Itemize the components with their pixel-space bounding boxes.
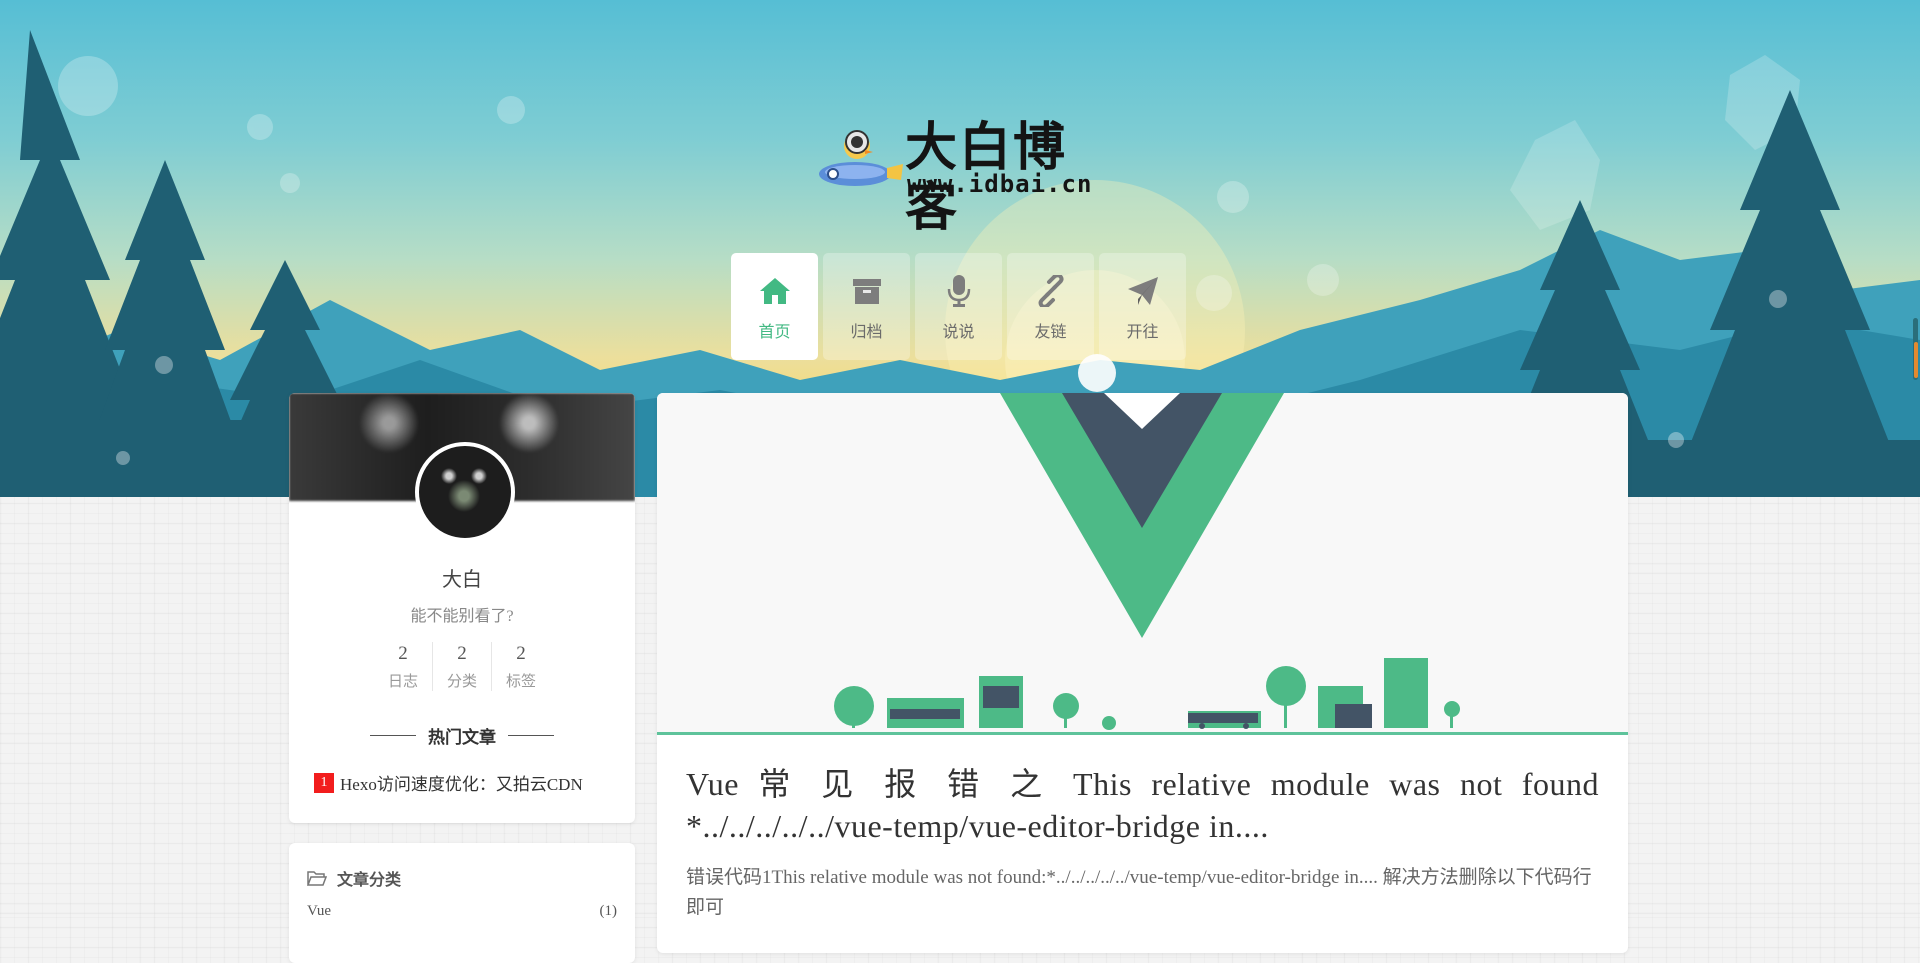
avatar[interactable] xyxy=(415,442,515,542)
archive-icon xyxy=(848,272,886,310)
category-name[interactable]: Vue xyxy=(307,903,331,920)
hot-post-rank-badge: 1 xyxy=(314,772,334,793)
stat-categories-count: 2 xyxy=(457,643,467,664)
stat-posts-label: 日志 xyxy=(387,674,418,690)
post-cover-image[interactable] xyxy=(657,393,1628,735)
categories-card: 文章分类 Vue (1) xyxy=(289,843,635,963)
nav-label-travel: 开往 xyxy=(1126,321,1159,341)
nav-item-talk[interactable]: 说说 xyxy=(915,253,1002,360)
microphone-icon xyxy=(940,272,978,310)
stat-posts[interactable]: 2 日志 xyxy=(374,642,432,691)
author-description: 能不能别看了? xyxy=(410,608,514,625)
profile-card: 大白 能不能别看了? 2 日志 2 分类 2 标签 热门文章 1 Hexo访问速… xyxy=(289,393,635,823)
main-nav: 首页 归档 说说 友链 开往 xyxy=(731,253,1186,360)
post-title[interactable]: Vue 常 见 报 错 之 This relative module was n… xyxy=(686,763,1599,847)
paper-plane-icon xyxy=(1124,272,1162,310)
home-icon xyxy=(756,272,794,310)
cover-divider xyxy=(657,732,1628,735)
post-card[interactable]: Vue 常 见 报 错 之 This relative module was n… xyxy=(657,393,1628,953)
hot-posts-title: 热门文章 xyxy=(428,728,496,748)
hot-posts-heading: 热门文章 xyxy=(289,723,635,748)
stat-tags[interactable]: 2 标签 xyxy=(491,642,550,691)
scroll-progress-indicator xyxy=(1914,342,1918,378)
nav-item-travel[interactable]: 开往 xyxy=(1099,253,1186,360)
post-excerpt: 错误代码1This relative module was not found:… xyxy=(686,867,1592,918)
nav-label-talk: 说说 xyxy=(942,321,975,341)
stat-tags-count: 2 xyxy=(516,643,526,664)
nav-label-links: 友链 xyxy=(1034,321,1067,341)
author-name: 大白 xyxy=(442,569,482,591)
nav-label-home: 首页 xyxy=(758,321,791,341)
folder-open-icon xyxy=(307,871,327,886)
stat-categories[interactable]: 2 分类 xyxy=(432,642,491,691)
nav-item-home[interactable]: 首页 xyxy=(731,253,818,360)
nav-item-links[interactable]: 友链 xyxy=(1007,253,1094,360)
category-count: (1) xyxy=(599,903,618,919)
stat-categories-label: 分类 xyxy=(446,674,477,690)
rocket-astronaut-icon xyxy=(819,130,903,186)
categories-header: 文章分类 xyxy=(307,866,401,890)
site-logo[interactable]: 大白博客 www.idbai.cn xyxy=(815,118,1105,238)
nav-item-archive[interactable]: 归档 xyxy=(823,253,910,360)
logo-url: www.idbai.cn xyxy=(907,170,1093,198)
category-item[interactable]: Vue (1) xyxy=(307,903,617,920)
heading-divider-right xyxy=(508,735,554,736)
heading-divider-left xyxy=(370,735,416,736)
nav-label-archive: 归档 xyxy=(850,321,883,341)
stat-posts-count: 2 xyxy=(398,643,408,664)
stat-tags-label: 标签 xyxy=(505,674,536,690)
hot-post-item[interactable]: 1 Hexo访问速度优化：又拍云CDN xyxy=(314,770,583,795)
categories-title: 文章分类 xyxy=(337,870,402,889)
vue-logo-icon xyxy=(834,393,1460,730)
hot-post-title[interactable]: Hexo访问速度优化：又拍云CDN xyxy=(340,770,583,795)
site-stats: 2 日志 2 分类 2 标签 xyxy=(347,642,577,691)
link-icon xyxy=(1032,272,1070,310)
